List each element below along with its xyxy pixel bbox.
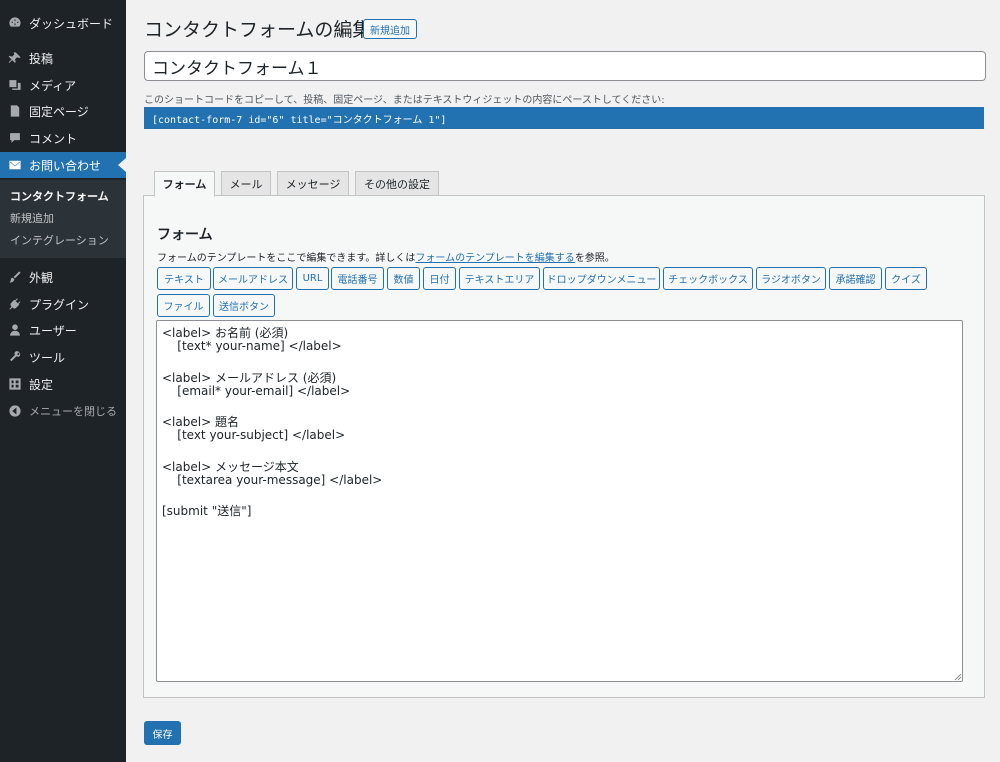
panel-desc-text: を参照。 (574, 253, 615, 264)
sidebar-item-label: お問い合わせ (29, 158, 102, 173)
editor-line: [text* your-name] </label> (162, 339, 342, 353)
admin-sidebar: ダッシュボード 投稿 メディア 固定ページ コメント お問い合わせ コンタクトフ… (0, 0, 126, 762)
shortcode-field[interactable]: [contact-form-7 id="6" title="コンタクトフォーム … (144, 107, 984, 129)
tab-mail[interactable]: メール (221, 171, 271, 196)
sidebar-item-label: ユーザー (29, 323, 77, 338)
sidebar-item-pages[interactable]: 固定ページ (0, 98, 126, 124)
comment-icon (8, 131, 22, 145)
sidebar-item-label: プラグイン (29, 297, 90, 312)
sidebar-item-plugins[interactable]: プラグイン (0, 291, 126, 317)
save-button[interactable]: 保存 (144, 721, 181, 745)
wrench-icon (8, 350, 22, 364)
tag-button-tel[interactable]: 電話番号 (331, 267, 384, 290)
page-title: コンタクトフォームの編集 (144, 19, 372, 41)
brush-icon (8, 270, 22, 284)
editor-line: [submit "送信"] (162, 504, 252, 518)
sidebar-item-label: コメント (29, 131, 78, 146)
sidebar-item-settings[interactable]: 設定 (0, 371, 126, 397)
submenu-item-integration[interactable]: インテグレーション (10, 232, 109, 248)
tag-button-date[interactable]: 日付 (423, 267, 456, 290)
editor-line: [textarea your-message] </label> (162, 473, 383, 487)
resize-handle-icon[interactable] (953, 672, 962, 681)
tag-button-textarea[interactable]: テキストエリア (459, 267, 540, 290)
tab-form[interactable]: フォーム (154, 171, 215, 197)
sidebar-item-label: 固定ページ (29, 104, 89, 119)
sidebar-item-label: メニューを閉じる (29, 405, 117, 418)
tag-button-file[interactable]: ファイル (157, 294, 210, 317)
tag-button-email[interactable]: メールアドレス (213, 267, 293, 290)
dashboard-icon (8, 16, 22, 30)
tab-additional-settings[interactable]: その他の設定 (355, 171, 439, 196)
sidebar-item-label: ダッシュボード (29, 16, 114, 31)
tag-button-radio[interactable]: ラジオボタン (756, 267, 826, 290)
sidebar-item-tools[interactable]: ツール (0, 344, 126, 370)
collapse-icon (8, 404, 22, 418)
sidebar-item-label: 投稿 (29, 51, 54, 66)
user-icon (8, 323, 22, 337)
panel-desc-text: フォームのテンプレートをここで編集できます。詳しくは (157, 253, 416, 264)
sidebar-item-users[interactable]: ユーザー (0, 317, 126, 343)
submenu-item-contact-forms[interactable]: コンタクトフォーム (10, 188, 109, 204)
editor-line: [email* your-email] </label> (162, 384, 351, 398)
tab-messages[interactable]: メッセージ (277, 171, 349, 196)
collapse-menu-button[interactable]: メニューを閉じる (0, 398, 126, 424)
form-title-input[interactable]: コンタクトフォーム１ (144, 51, 986, 81)
panel-description: フォームのテンプレートをここで編集できます。詳しくはフォームのテンプレートを編集… (157, 249, 615, 264)
tag-button-url[interactable]: URL (296, 267, 329, 290)
sidebar-item-dashboard[interactable]: ダッシュボード (0, 10, 126, 36)
add-new-button[interactable]: 新規追加 (363, 19, 417, 39)
tag-button-quiz[interactable]: クイズ (885, 267, 927, 290)
plugin-icon (8, 297, 22, 311)
sidebar-item-label: ツール (29, 350, 66, 365)
tag-button-checkbox[interactable]: チェックボックス (663, 267, 753, 290)
sidebar-item-comments[interactable]: コメント (0, 125, 126, 151)
sidebar-submenu: コンタクトフォーム 新規追加 インテグレーション (0, 180, 126, 258)
sidebar-item-label: 設定 (29, 377, 54, 392)
tag-button-select[interactable]: ドロップダウンメニュー (543, 267, 660, 290)
tag-button-text[interactable]: テキスト (157, 267, 211, 290)
media-icon (8, 78, 22, 92)
sidebar-item-appearance[interactable]: 外観 (0, 264, 126, 290)
mail-icon (8, 158, 22, 172)
tag-button-acceptance[interactable]: 承諾確認 (829, 267, 882, 290)
template-help-link[interactable]: フォームのテンプレートを編集する (415, 253, 574, 264)
sidebar-item-posts[interactable]: 投稿 (0, 45, 126, 71)
pin-icon (8, 51, 22, 65)
panel-heading: フォーム (157, 227, 213, 243)
tag-button-number[interactable]: 数値 (387, 267, 420, 290)
page-icon (8, 104, 22, 118)
editor-line: [text your-subject] </label> (162, 428, 346, 442)
sidebar-item-contact[interactable]: お問い合わせ (0, 152, 126, 178)
sidebar-item-media[interactable]: メディア (0, 72, 126, 98)
sidebar-item-label: 外観 (29, 270, 54, 285)
shortcode-hint: このショートコードをコピーして、投稿、固定ページ、またはテキストウィジェットの内… (144, 95, 665, 106)
submenu-item-add-new[interactable]: 新規追加 (10, 210, 54, 226)
sidebar-item-label: メディア (29, 78, 77, 93)
settings-icon (8, 377, 22, 391)
tag-button-submit[interactable]: 送信ボタン (213, 294, 275, 317)
